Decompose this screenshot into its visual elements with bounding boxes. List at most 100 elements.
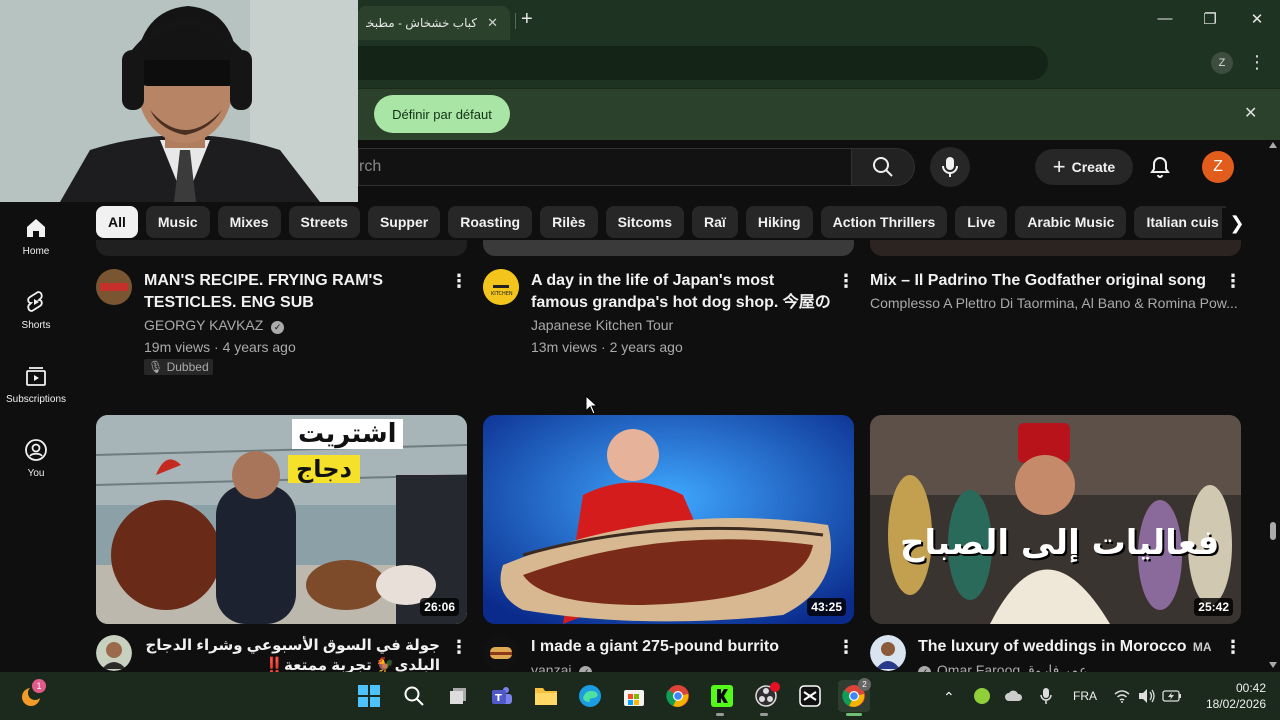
chip-live[interactable]: Live [955, 206, 1008, 238]
input-language[interactable]: FRA [1073, 689, 1097, 703]
thumbnail-overlay-text: دجاج [288, 455, 360, 483]
video-title[interactable]: جولة في السوق الأسبوعي وشراء الدجاج البل… [140, 636, 440, 672]
notifications-bell-icon[interactable] [1148, 155, 1172, 179]
microphone-tray-icon[interactable] [1040, 687, 1052, 710]
you-icon [25, 439, 47, 461]
start-menu-icon[interactable] [353, 680, 385, 712]
minimize-icon[interactable]: — [1155, 10, 1175, 27]
search-input[interactable]: rch [358, 148, 851, 186]
channel-name[interactable]: GEORGY KAVKAZ ✓ [144, 315, 285, 335]
chip-roasting[interactable]: Roasting [448, 206, 533, 238]
scroll-down-arrow-icon[interactable] [1269, 662, 1277, 668]
channel-avatar[interactable]: KITCHEN [483, 269, 519, 305]
channel-name[interactable]: yanzai ✓ [531, 660, 593, 672]
chip-arabic-music[interactable]: Arabic Music [1015, 206, 1127, 238]
channel-avatar[interactable] [483, 635, 519, 671]
volume-icon[interactable] [1138, 688, 1156, 709]
account-avatar[interactable]: Z [1202, 151, 1234, 183]
edge-browser-icon[interactable] [574, 680, 606, 712]
video-options-icon[interactable]: ⋮ [837, 270, 855, 292]
capcut-icon[interactable] [794, 680, 826, 712]
microsoft-store-icon[interactable] [618, 680, 650, 712]
video-title[interactable]: MAN'S RECIPE. FRYING RAM'S TESTICLES. EN… [144, 270, 434, 314]
sidebar-item-home[interactable]: Home [0, 216, 72, 257]
page-scrollbar[interactable] [1266, 140, 1280, 672]
video-title[interactable]: A day in the life of Japan's most famous… [531, 270, 831, 314]
thumbnail-image [870, 415, 1241, 624]
video-thumbnail[interactable]: فعاليات إلى الصباح 25:42 [870, 415, 1241, 624]
browser-tab[interactable]: ✕ كباب خشخاش - مطبخنا [358, 6, 510, 40]
file-explorer-icon[interactable] [530, 680, 562, 712]
chrome-profile-icon[interactable]: 2 [838, 678, 871, 712]
video-thumbnail-edge[interactable] [96, 240, 467, 256]
profile-avatar[interactable]: Z [1211, 52, 1233, 74]
sidebar-label-shorts: Shorts [21, 320, 51, 331]
restore-icon[interactable]: ❐ [1200, 10, 1220, 28]
create-button[interactable]: + Create [1035, 149, 1133, 185]
chip-action-thrillers[interactable]: Action Thrillers [820, 206, 948, 238]
chip-streets[interactable]: Streets [288, 206, 360, 238]
browser-menu-icon[interactable]: ⋮ [1248, 52, 1266, 72]
scrollbar-thumb[interactable] [1270, 522, 1276, 540]
obs-studio-icon[interactable] [750, 680, 782, 712]
chip-mixes[interactable]: Mixes [217, 206, 281, 238]
webcam-overlay [0, 0, 358, 202]
chip-music[interactable]: Music [145, 206, 210, 238]
video-thumbnail[interactable]: 43:25 [483, 415, 854, 624]
video-title[interactable]: I made a giant 275-pound burrito [531, 636, 831, 658]
video-thumbnail[interactable]: اشتريت دجاج 26:06 [96, 415, 467, 624]
chrome-icon[interactable] [662, 680, 694, 712]
channel-name-text: yanzai [531, 662, 572, 672]
tab-close-icon[interactable]: ✕ [487, 15, 498, 31]
sidebar-item-shorts[interactable]: Shorts [0, 290, 72, 331]
sidebar-label-subscriptions: Subscriptions [5, 394, 67, 405]
video-title[interactable]: The luxury of weddings in Morocco MA [918, 636, 1218, 658]
subscriptions-icon [26, 367, 46, 386]
kick-app-icon[interactable] [706, 680, 738, 712]
scroll-up-arrow-icon[interactable] [1269, 142, 1277, 148]
chip-riles[interactable]: Rilès [540, 206, 598, 238]
video-thumbnail-edge[interactable] [870, 240, 1241, 256]
video-options-icon[interactable]: ⋮ [450, 270, 468, 292]
video-options-icon[interactable]: ⋮ [1224, 636, 1242, 658]
search-button[interactable] [851, 148, 915, 186]
clock[interactable]: 00:42 18/02/2026 [1196, 680, 1266, 712]
chips-next-chevron-icon[interactable]: ❯ [1222, 208, 1252, 238]
address-bar[interactable] [358, 46, 1048, 80]
voice-search-button[interactable] [930, 147, 970, 187]
chip-rai[interactable]: Raï [692, 206, 738, 238]
infobar-close-icon[interactable]: ✕ [1244, 103, 1257, 123]
tray-overflow-chevron-icon[interactable]: ⌃ [943, 689, 955, 706]
channel-avatar[interactable] [96, 269, 132, 305]
onedrive-cloud-icon[interactable] [1005, 689, 1023, 708]
channel-avatar[interactable] [870, 635, 906, 671]
set-default-button[interactable]: Définir par défaut [374, 95, 510, 133]
chip-hiking[interactable]: Hiking [745, 206, 813, 238]
dubbed-label: Dubbed [166, 360, 209, 374]
taskbar-search-icon[interactable] [398, 680, 430, 712]
channel-name[interactable]: Japanese Kitchen Tour [531, 315, 673, 335]
video-options-icon[interactable]: ⋮ [450, 636, 468, 658]
chip-supper[interactable]: Supper [367, 206, 441, 238]
chip-sitcoms[interactable]: Sitcoms [605, 206, 685, 238]
new-tab-button[interactable]: + [521, 8, 533, 31]
channel-avatar[interactable] [96, 635, 132, 671]
video-title[interactable]: Mix – Il Padrino The Godfather original … [870, 270, 1210, 292]
tray-app-icon[interactable] [974, 688, 990, 704]
channel-name[interactable]: ✓ Omar Farooq عمر فاروق [918, 660, 1087, 672]
video-thumbnail-edge[interactable] [483, 240, 854, 256]
mix-artists[interactable]: Complesso A Plettro Di Taormina, Al Bano… [870, 293, 1240, 313]
sidebar-item-subscriptions[interactable]: Subscriptions [0, 364, 72, 405]
chip-all[interactable]: All [96, 206, 138, 238]
video-options-icon[interactable]: ⋮ [1224, 270, 1242, 292]
video-options-icon[interactable]: ⋮ [837, 636, 855, 658]
clock-time: 00:42 [1235, 681, 1266, 695]
weather-widget-icon[interactable]: 1 [20, 679, 46, 709]
close-window-icon[interactable]: ✕ [1247, 10, 1267, 28]
sidebar-item-you[interactable]: You [0, 438, 72, 479]
battery-charging-icon[interactable] [1162, 688, 1182, 709]
task-view-icon[interactable] [442, 680, 474, 712]
teams-icon[interactable]: T [486, 680, 518, 712]
chip-italian-cuisine[interactable]: Italian cuis [1134, 206, 1226, 238]
wifi-icon[interactable] [1114, 689, 1130, 708]
